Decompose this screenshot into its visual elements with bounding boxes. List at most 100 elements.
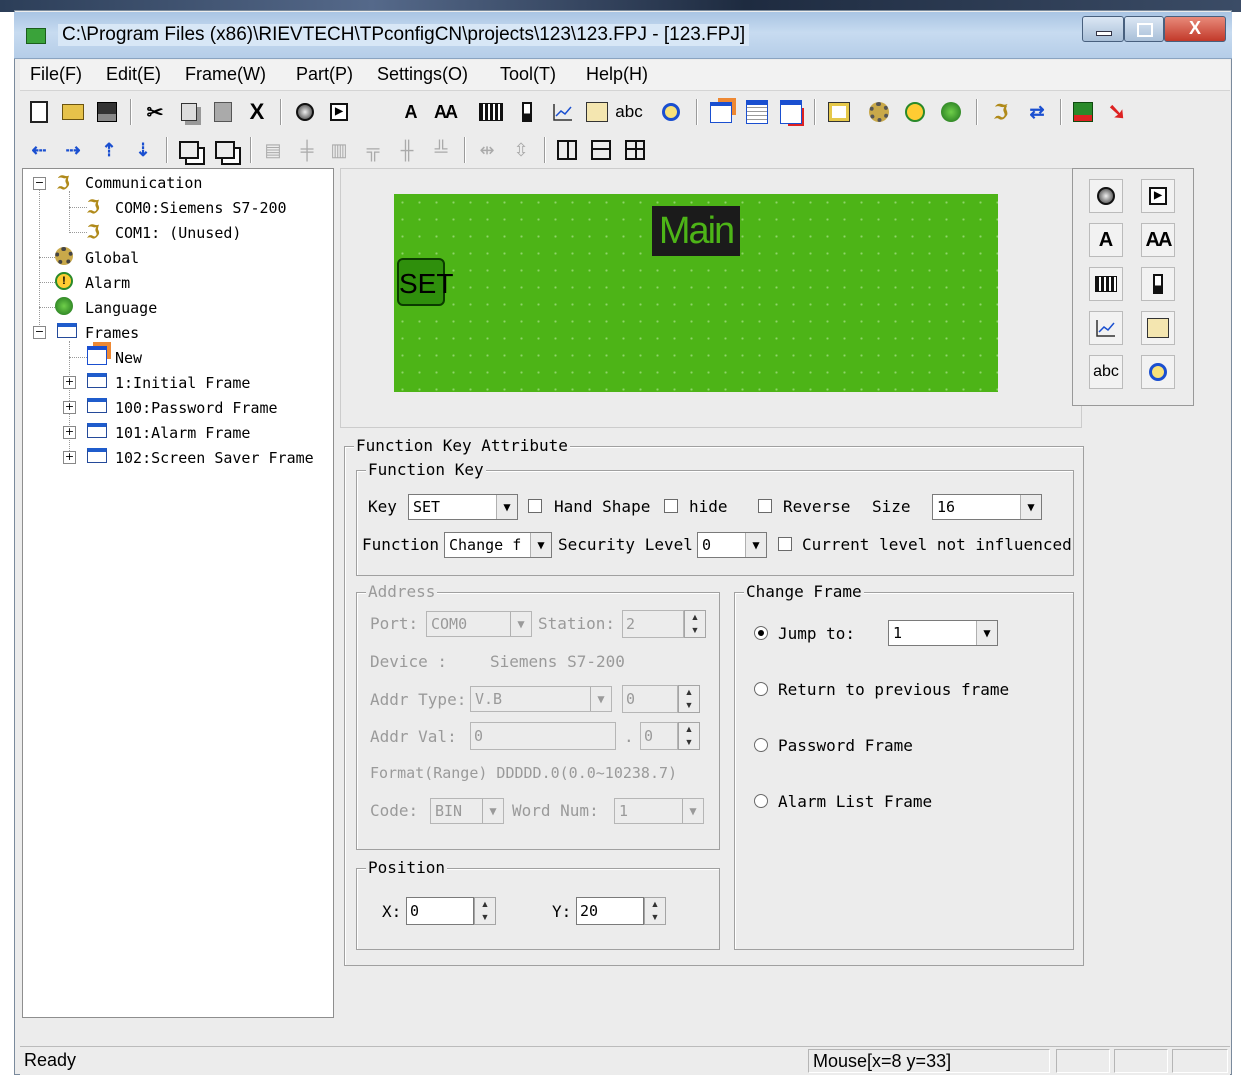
tree-item-alarm[interactable]: Alarm [85, 274, 130, 292]
scissors-icon[interactable]: ✂ [142, 99, 168, 125]
open-folder-icon[interactable] [60, 99, 86, 125]
collapse-frames-toggle[interactable]: − [33, 326, 46, 339]
picture-icon[interactable] [584, 99, 610, 125]
align-bottom-icon[interactable]: ╩ [428, 137, 454, 163]
menu-edit[interactable]: Edit(E) [106, 64, 161, 85]
tree-item-global[interactable]: Global [85, 249, 139, 267]
expand-frame-102-toggle[interactable]: + [63, 451, 76, 464]
align-left-icon[interactable]: ▤ [260, 137, 286, 163]
menu-help[interactable]: Help(H) [586, 64, 648, 85]
alarm-list-frame-radio[interactable] [754, 794, 768, 808]
addr-type-select[interactable]: V.B ▼ [470, 686, 612, 712]
delete-frame-icon[interactable] [778, 99, 804, 125]
frame-list-icon[interactable] [744, 99, 770, 125]
multi-text-icon[interactable]: AA [432, 99, 458, 125]
bring-front-icon[interactable] [176, 137, 202, 163]
language-globe-icon[interactable] [938, 99, 964, 125]
menu-settings[interactable]: Settings(O) [377, 64, 468, 85]
save-icon[interactable] [94, 99, 120, 125]
jump-to-radio[interactable] [754, 626, 768, 640]
tree-item-frames[interactable]: Frames [85, 324, 139, 342]
close-button[interactable]: X [1164, 16, 1226, 42]
align-right-icon[interactable]: ▥ [326, 137, 352, 163]
maximize-button[interactable] [1124, 16, 1164, 42]
y-position-spinner[interactable]: ▲ ▼ [644, 897, 666, 925]
tree-item-communication[interactable]: Communication [85, 174, 202, 192]
new-frame-icon[interactable] [708, 99, 734, 125]
find-icon[interactable] [658, 99, 684, 125]
transfer-icon[interactable]: ⇄ [1024, 99, 1050, 125]
find-icon[interactable] [1141, 355, 1175, 389]
delete-icon[interactable]: X [244, 99, 270, 125]
numeric-display-icon[interactable] [1089, 267, 1123, 301]
space-horizontal-icon[interactable]: ⇹ [474, 137, 500, 163]
space-vertical-icon[interactable]: ⇳ [508, 137, 534, 163]
tree-item-com1[interactable]: COM1: (Unused) [115, 224, 241, 242]
main-text-label[interactable]: Main [652, 206, 740, 256]
function-select[interactable]: Change f ▼ [444, 532, 552, 558]
collapse-communication-toggle[interactable]: − [33, 177, 46, 190]
bar-graph-icon[interactable] [514, 99, 540, 125]
addr-type-spinner[interactable]: ▲ ▼ [678, 685, 700, 713]
addr-val-bit-input[interactable]: 0 [640, 722, 678, 750]
size-select[interactable]: 16 ▼ [932, 494, 1042, 520]
code-select[interactable]: BIN ▼ [430, 798, 504, 824]
numeric-display-icon[interactable] [478, 99, 504, 125]
set-function-key[interactable]: SET [397, 258, 453, 306]
tree-item-frame-1[interactable]: 1:Initial Frame [115, 374, 250, 392]
alarm-settings-icon[interactable] [902, 99, 928, 125]
expand-frame-100-toggle[interactable]: + [63, 401, 76, 414]
menu-frame[interactable]: Frame(W) [185, 64, 266, 85]
reverse-checkbox[interactable] [758, 499, 772, 513]
menu-tool[interactable]: Tool(T) [500, 64, 556, 85]
tree-item-frame-102[interactable]: 102:Screen Saver Frame [115, 449, 314, 467]
current-level-checkbox[interactable] [778, 537, 792, 551]
bar-graph-icon[interactable] [1141, 267, 1175, 301]
key-select[interactable]: SET ▼ [408, 494, 518, 520]
lamp-icon[interactable] [292, 99, 318, 125]
station-spinner[interactable]: ▲ ▼ [684, 610, 706, 638]
new-file-icon[interactable] [26, 99, 52, 125]
hand-shape-checkbox[interactable] [528, 499, 542, 513]
expand-frame-101-toggle[interactable]: + [63, 426, 76, 439]
center-both-icon[interactable] [622, 137, 648, 163]
addr-type-number-input[interactable]: 0 [622, 685, 678, 713]
password-frame-radio[interactable] [754, 738, 768, 752]
move-right-icon[interactable]: ⇢ [60, 137, 86, 163]
screenshot-icon[interactable] [826, 99, 852, 125]
abc-text-icon[interactable]: abc [615, 99, 642, 125]
menu-part[interactable]: Part(P) [296, 64, 353, 85]
function-key-icon[interactable]: ▶ [1141, 179, 1175, 213]
move-down-icon[interactable]: ⇣ [130, 137, 156, 163]
station-input[interactable]: 2 [622, 610, 684, 638]
word-num-select[interactable]: 1 ▼ [614, 798, 704, 824]
settings-gear-icon[interactable] [866, 99, 892, 125]
center-horizontal-icon[interactable] [554, 137, 580, 163]
download-icon[interactable] [1070, 99, 1096, 125]
title-bar[interactable]: C:\Program Files (x86)\RIEVTECH\TPconfig… [14, 12, 1232, 59]
tree-item-frame-101[interactable]: 101:Alarm Frame [115, 424, 250, 442]
addr-val-spinner[interactable]: ▲ ▼ [678, 722, 700, 750]
align-center-icon[interactable]: ╪ [294, 137, 320, 163]
move-up-icon[interactable]: ⇡ [96, 137, 122, 163]
menu-file[interactable]: File(F) [30, 64, 82, 85]
x-position-input[interactable]: 0 [406, 897, 474, 925]
picture-icon[interactable] [1141, 311, 1175, 345]
port-select[interactable]: COM0 ▼ [426, 611, 532, 637]
jump-to-select[interactable]: 1 ▼ [888, 620, 998, 646]
tree-item-new[interactable]: New [115, 349, 142, 367]
communication-icon[interactable]: ℑ [988, 99, 1014, 125]
hide-checkbox[interactable] [664, 499, 678, 513]
minimize-button[interactable] [1082, 16, 1124, 42]
copy-icon[interactable] [176, 99, 202, 125]
text-icon[interactable]: A [398, 99, 424, 125]
abc-text-icon[interactable]: abc [1089, 355, 1123, 389]
tree-item-frame-100[interactable]: 100:Password Frame [115, 399, 278, 417]
security-level-select[interactable]: 0 ▼ [697, 532, 767, 558]
x-position-spinner[interactable]: ▲ ▼ [474, 897, 496, 925]
tree-item-language[interactable]: Language [85, 299, 157, 317]
send-back-icon[interactable] [212, 137, 238, 163]
y-position-input[interactable]: 20 [576, 897, 644, 925]
lamp-icon[interactable] [1089, 179, 1123, 213]
return-previous-radio[interactable] [754, 682, 768, 696]
